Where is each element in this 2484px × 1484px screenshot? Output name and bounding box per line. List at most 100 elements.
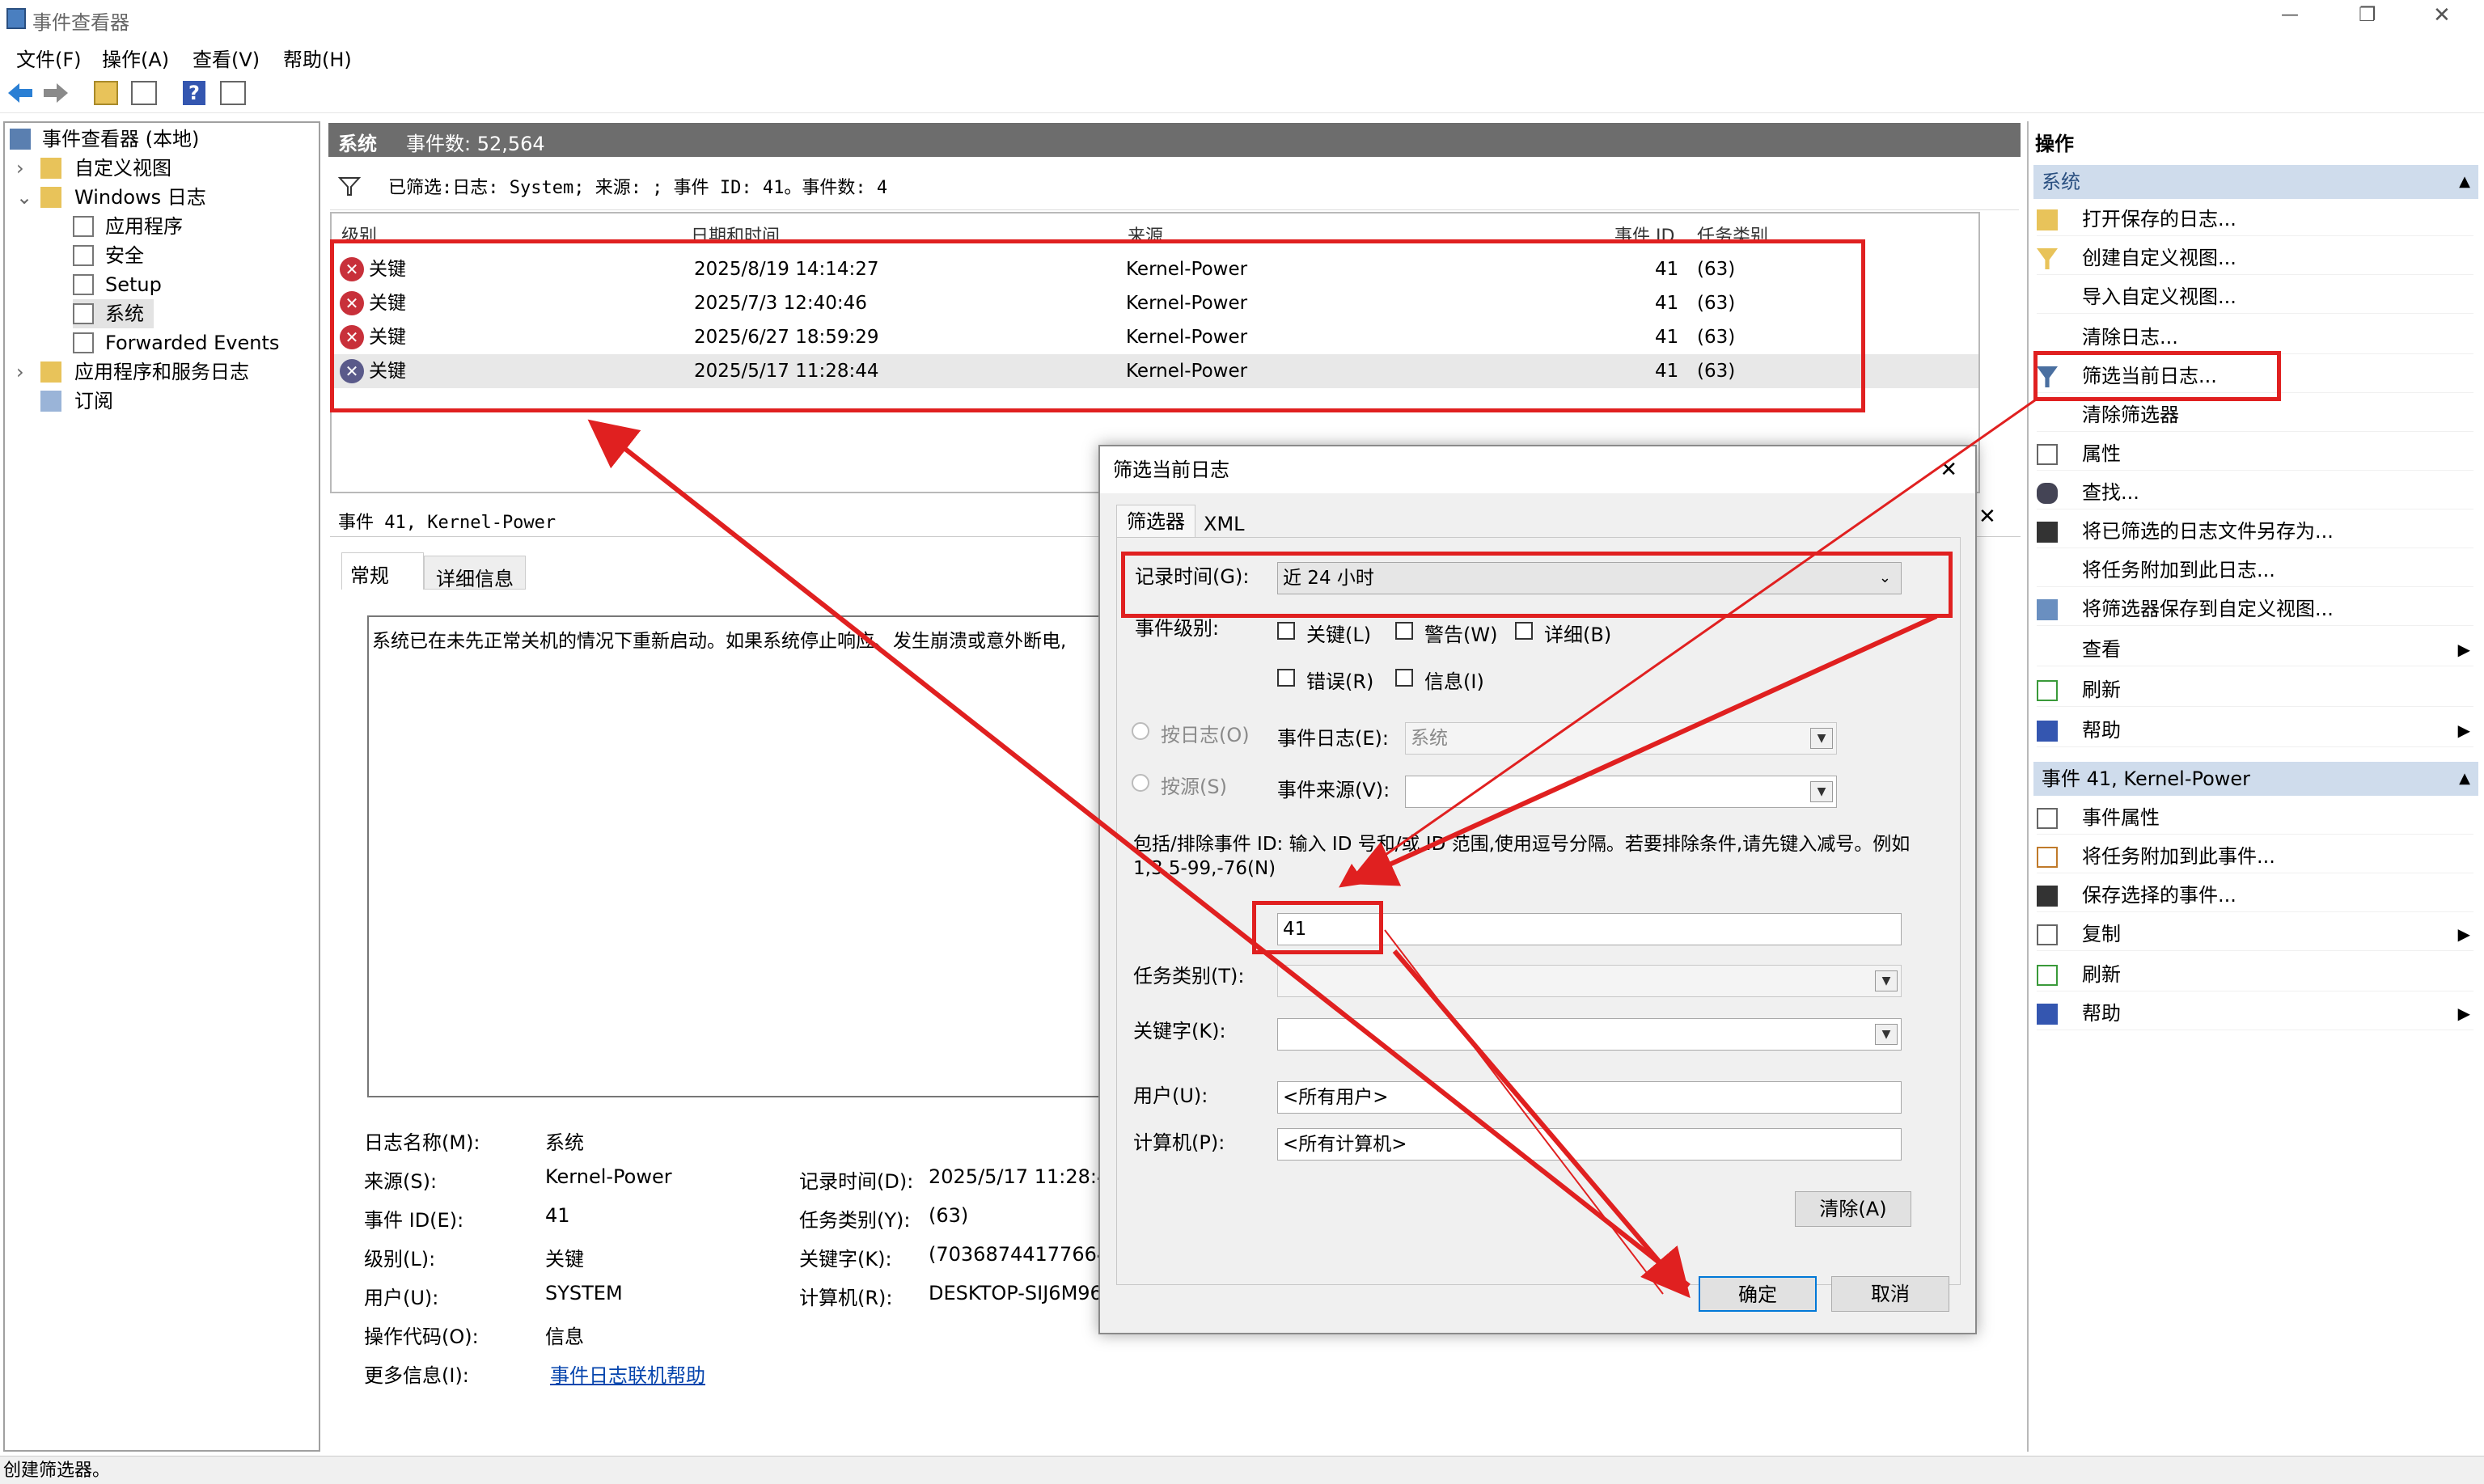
action-refresh-event[interactable]: 刷新: [2037, 958, 2473, 991]
action-open-saved-log[interactable]: 打开保存的日志...: [2037, 202, 2473, 236]
dialog-close-button[interactable]: ✕: [1940, 446, 1957, 493]
save-icon: [2037, 886, 2058, 907]
tab-xml[interactable]: XML: [1194, 508, 1255, 540]
task-category-dropdown[interactable]: ▼: [1277, 965, 1902, 997]
prop-value: 关键: [545, 1248, 584, 1270]
prop-value: (63): [929, 1204, 969, 1227]
action-import-custom-view[interactable]: 导入自定义视图...: [2037, 280, 2473, 314]
ok-button[interactable]: 确定: [1699, 1276, 1817, 1312]
log-name: 系统: [338, 133, 377, 155]
action-find[interactable]: 查找...: [2037, 476, 2473, 509]
navigation-tree: 事件查看器 (本地) › 自定义视图 ⌄ Windows 日志 应用程序 安全 …: [3, 121, 320, 1452]
event-sources-label: 事件来源(V):: [1277, 779, 1390, 801]
radio-by-log[interactable]: [1132, 722, 1149, 740]
menu-view[interactable]: 查看(V): [193, 44, 260, 72]
action-view[interactable]: 查看 ▶: [2037, 632, 2473, 666]
collapse-icon[interactable]: ▲: [2459, 762, 2470, 796]
action-attach-task-log[interactable]: 将任务附加到此日志...: [2037, 553, 2473, 587]
properties-icon: [2037, 444, 2058, 465]
log-icon: [73, 245, 94, 266]
show-action-pane-icon[interactable]: [220, 81, 246, 105]
task-category-label: 任务类别(T):: [1133, 965, 1245, 987]
submenu-arrow-icon: ▶: [2457, 1004, 2470, 1023]
tab-filter[interactable]: 筛选器: [1116, 505, 1195, 537]
refresh-icon: [2037, 965, 2058, 986]
log-header: 系统 事件数: 52,564: [328, 123, 2021, 157]
restore-button[interactable]: ❐: [2359, 3, 2376, 26]
checkbox-error[interactable]: [1277, 669, 1295, 687]
chevron-right-icon[interactable]: ›: [16, 154, 24, 183]
computer-label: 计算机(P):: [1133, 1131, 1225, 1154]
radio-by-source[interactable]: [1132, 774, 1149, 792]
dialog-title-bar: 筛选当前日志 ✕: [1100, 446, 1975, 493]
save-icon: [2037, 522, 2058, 543]
menu-help[interactable]: 帮助(H): [283, 44, 352, 72]
checkbox-information[interactable]: [1395, 669, 1413, 687]
computer-input[interactable]: <所有计算机>: [1277, 1128, 1902, 1161]
menu-bar: 文件(F) 操作(A) 查看(V) 帮助(H): [0, 39, 2484, 71]
user-label: 用户(U):: [1133, 1084, 1208, 1107]
action-help-event[interactable]: 帮助 ▶: [2037, 996, 2473, 1030]
tree-item-system[interactable]: 系统: [73, 299, 154, 328]
menu-action[interactable]: 操作(A): [102, 44, 169, 72]
action-save-selected-events[interactable]: 保存选择的事件...: [2037, 878, 2473, 912]
window-title: 事件查看器: [32, 11, 129, 34]
prop-label: 操作代码(O):: [364, 1325, 479, 1348]
tab-details[interactable]: 详细信息: [424, 556, 526, 590]
minimize-button[interactable]: —: [2281, 5, 2299, 25]
actions-section-event[interactable]: 事件 41, Kernel-Power ▲: [2033, 762, 2478, 796]
folder-up-icon[interactable]: [94, 81, 118, 105]
close-detail-icon[interactable]: ✕: [1978, 505, 1996, 529]
event-count: 事件数: 52,564: [406, 133, 545, 155]
menu-file[interactable]: 文件(F): [16, 44, 82, 72]
user-input[interactable]: <所有用户>: [1277, 1081, 1902, 1114]
action-event-properties[interactable]: 事件属性: [2037, 801, 2473, 835]
action-clear-filter[interactable]: 清除筛选器: [2037, 398, 2473, 432]
close-window-button[interactable]: ✕: [2433, 3, 2451, 27]
status-bar: 创建筛选器。: [0, 1456, 2484, 1484]
forward-icon[interactable]: [42, 81, 70, 105]
prop-label: 日志名称(M):: [364, 1131, 480, 1154]
annotation-box-event-id: [1252, 901, 1383, 954]
help-icon[interactable]: ?: [183, 81, 205, 105]
event-logs-dropdown[interactable]: 系统 ▼: [1405, 722, 1837, 755]
action-clear-log[interactable]: 清除日志...: [2037, 320, 2473, 354]
cancel-button[interactable]: 取消: [1831, 1276, 1949, 1312]
action-properties[interactable]: 属性: [2037, 437, 2473, 471]
log-icon: [73, 303, 94, 324]
app-icon: [6, 8, 26, 29]
action-save-filter-view[interactable]: 将筛选器保存到自定义视图...: [2037, 592, 2473, 626]
dialog-title: 筛选当前日志: [1113, 459, 1229, 481]
collapse-icon[interactable]: ▲: [2459, 165, 2470, 199]
chevron-down-icon[interactable]: ⌄: [16, 183, 32, 212]
log-icon: [73, 216, 94, 237]
back-icon[interactable]: [6, 81, 34, 105]
prop-label: 用户(U):: [364, 1287, 439, 1309]
annotation-box-filter-action: [2033, 351, 2281, 401]
keywords-dropdown[interactable]: ▼: [1277, 1018, 1902, 1051]
event-id-help: 包括/排除事件 ID: 输入 ID 号和/或 ID 范围,使用逗号分隔。若要排除…: [1133, 834, 1911, 879]
checkbox-warning[interactable]: [1395, 622, 1413, 640]
event-sources-dropdown[interactable]: ▼: [1405, 776, 1837, 808]
actions-section-system[interactable]: 系统 ▲: [2033, 165, 2478, 199]
action-copy[interactable]: 复制 ▶: [2037, 917, 2473, 951]
action-help[interactable]: 帮助 ▶: [2037, 713, 2473, 747]
action-save-filtered-log[interactable]: 将已筛选的日志文件另存为...: [2037, 514, 2473, 548]
by-log-label: 按日志(O): [1161, 724, 1250, 746]
prop-label: 关键字(K):: [799, 1248, 892, 1270]
action-create-custom-view[interactable]: 创建自定义视图...: [2037, 241, 2473, 275]
clear-button[interactable]: 清除(A): [1795, 1191, 1911, 1227]
tab-general[interactable]: 常规: [341, 552, 424, 590]
action-refresh[interactable]: 刷新: [2037, 673, 2473, 707]
chevron-right-icon[interactable]: ›: [16, 357, 24, 387]
prop-value: (70368744177664): [929, 1243, 1117, 1266]
event-logs-label: 事件日志(E):: [1277, 727, 1389, 750]
checkbox-verbose[interactable]: [1515, 622, 1533, 640]
action-attach-task-event[interactable]: 将任务附加到此事件...: [2037, 839, 2473, 873]
online-help-link[interactable]: 事件日志联机帮助: [550, 1359, 705, 1388]
show-hide-tree-icon[interactable]: [131, 81, 157, 105]
prop-label: 任务类别(Y):: [799, 1209, 911, 1232]
level-information-label: 信息(I): [1424, 670, 1484, 693]
checkbox-critical[interactable]: [1277, 622, 1295, 640]
actions-pane: 操作 系统 ▲ 打开保存的日志... 创建自定义视图... 导入自定义视图...…: [2027, 121, 2482, 1452]
